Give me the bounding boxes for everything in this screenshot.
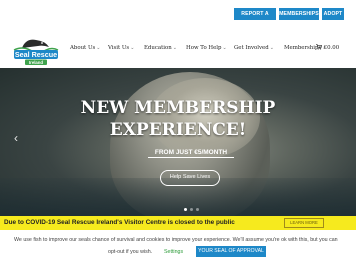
cookie-settings-link[interactable]: Settings — [164, 248, 183, 256]
slider-dot[interactable] — [190, 208, 193, 211]
chevron-down-icon: ⌄ — [96, 46, 101, 51]
chevron-down-icon: ⌄ — [172, 46, 177, 51]
chevron-down-icon: ⌄ — [222, 46, 227, 51]
logo-line2: Ireland — [29, 60, 43, 65]
nav-item-label: How To Help — [186, 45, 222, 51]
learn-more-button[interactable]: LEARN MORE — [284, 218, 324, 228]
cookie-consent-bar: We use fish to improve our seals chance … — [0, 230, 356, 264]
chevron-left-icon[interactable]: ‹ — [14, 132, 18, 144]
cart-icon — [316, 44, 324, 51]
logo-line1: Seal Rescue — [15, 50, 57, 59]
hero-title-line2: EXPERIENCE! — [109, 120, 247, 140]
nav-item-how-to-help[interactable]: How To Help⌄ — [186, 43, 227, 54]
seal-rescue-logo[interactable]: Seal Rescue Ireland — [12, 36, 60, 66]
top-utility-bar: REPORT A SEAL MEMBERSHIPS ADOPT — [0, 0, 356, 29]
nav-item-label: Get Involved — [234, 45, 269, 51]
hero-title-line1: NEW MEMBERSHIP — [80, 98, 276, 118]
hero-slider: NEW MEMBERSHIP EXPERIENCE! FROM JUST €5/… — [0, 68, 356, 216]
notice-text: Due to COVID-19 Seal Rescue Ireland's Vi… — [4, 219, 235, 226]
nav-item-about-us[interactable]: About Us⌄ — [70, 43, 100, 54]
site-header: Seal Rescue Ireland About Us⌄ Visit Us⌄ … — [0, 28, 356, 68]
chevron-down-icon: ⌄ — [130, 46, 135, 51]
hero-subtitle: FROM JUST €5/MONTH — [148, 148, 234, 158]
nav-item-visit-us[interactable]: Visit Us⌄ — [108, 43, 134, 54]
nav-item-get-involved[interactable]: Get Involved⌄ — [234, 43, 274, 54]
cookie-message: We use fish to improve our seals chance … — [14, 237, 338, 243]
help-save-lives-button[interactable]: Help Save Lives — [160, 170, 220, 186]
chevron-down-icon: ⌄ — [269, 46, 274, 51]
adopt-button[interactable]: ADOPT — [322, 8, 344, 20]
cookie-optout-text: opt-out if you wish. — [108, 249, 153, 255]
cart-link[interactable]: €0.00 — [316, 43, 339, 53]
slider-dot[interactable] — [196, 208, 199, 211]
memberships-button[interactable]: MEMBERSHIPS — [279, 8, 319, 20]
nav-item-label: Education — [144, 45, 172, 51]
cart-total: €0.00 — [323, 45, 340, 51]
report-a-seal-button[interactable]: REPORT A SEAL — [234, 8, 276, 29]
nav-item-education[interactable]: Education⌄ — [144, 43, 177, 54]
slider-dots — [184, 208, 204, 213]
seal-head-photo — [150, 78, 260, 158]
cookie-accept-button[interactable]: YOUR SEAL OF APPROVAL — [196, 246, 266, 257]
nav-item-label: Visit Us — [108, 45, 130, 51]
slider-dot[interactable] — [184, 208, 187, 211]
nav-item-label: About Us — [70, 45, 96, 51]
covid-notice-bar: Due to COVID-19 Seal Rescue Ireland's Vi… — [0, 216, 356, 230]
